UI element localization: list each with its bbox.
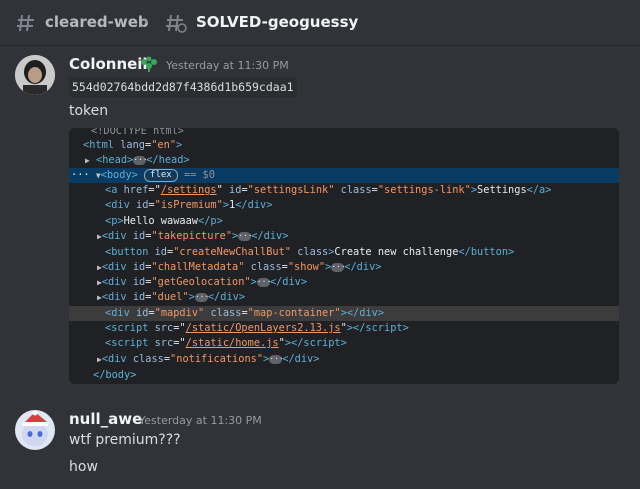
message-text: wtf premium??? [69,432,181,448]
chevron-right-icon: › [143,14,149,30]
thread-title: SOLVED-geoguessy [196,13,359,31]
dom-tree-line[interactable]: <script src="/static/OpenLayers2.13.js">… [69,321,619,336]
dom-tree-line[interactable]: ▶<div id="duel">···</div> [69,290,619,305]
dom-tree-line[interactable]: ··· ▼<body> flex == $0 [69,168,619,183]
channel-header: cleared-web › SOLVED-geoguessy [0,0,640,46]
dom-tree-line[interactable]: <script src="/static/home.js"></script> [69,336,619,351]
sprout-icon[interactable] [139,55,159,73]
dom-tree-line[interactable]: <div id="isPremium">1</div> [69,198,619,213]
username[interactable]: Colonneil [69,55,148,73]
devtools-screenshot-attachment[interactable]: <!DOCTYPE html> <html lang="en"> ▶ <head>·… [69,128,619,384]
hash-icon[interactable] [16,13,36,33]
dom-tree-line[interactable]: ▶ <head>···</head> [69,153,619,168]
dom-tree-line[interactable]: ▶<div id="challMetadata" class="show">··… [69,260,619,275]
avatar[interactable] [15,410,55,450]
dom-tree-line[interactable]: ▶<div id="takepicture">···</div> [69,229,619,244]
dom-tree-line[interactable]: </body> [69,368,619,383]
dom-tree-line[interactable]: ▶<div class="notifications">···</div> [69,352,619,367]
dom-tree-line[interactable]: <p>Hello wawaaw</p> [69,214,619,229]
timestamp[interactable]: Yesterday at 11:30 PM [139,414,262,427]
dom-tree-line[interactable]: <button id="createNewChallBut" class>Cre… [69,245,619,260]
message-text: token [69,103,109,119]
username[interactable]: null_awe [69,410,142,428]
thread-hash-icon [166,14,187,33]
timestamp[interactable]: Yesterday at 11:30 PM [166,59,289,72]
breadcrumb-parent-channel[interactable]: cleared-web [45,13,149,31]
message-text: how [69,459,98,475]
dom-tree-line[interactable]: ▶<div id="getGeolocation">···</div> [69,275,619,290]
dom-tree-line[interactable]: <div id="mapdiv" class="map-container"><… [69,306,619,321]
avatar[interactable] [15,55,55,95]
dom-tree-line[interactable]: <a href="/settings" id="settingsLink" cl… [69,183,619,198]
dom-tree-line[interactable]: <html lang="en"> [69,138,619,153]
inline-code: 554d02764bdd2d87f4386d1b659cdaa1 [69,77,297,97]
